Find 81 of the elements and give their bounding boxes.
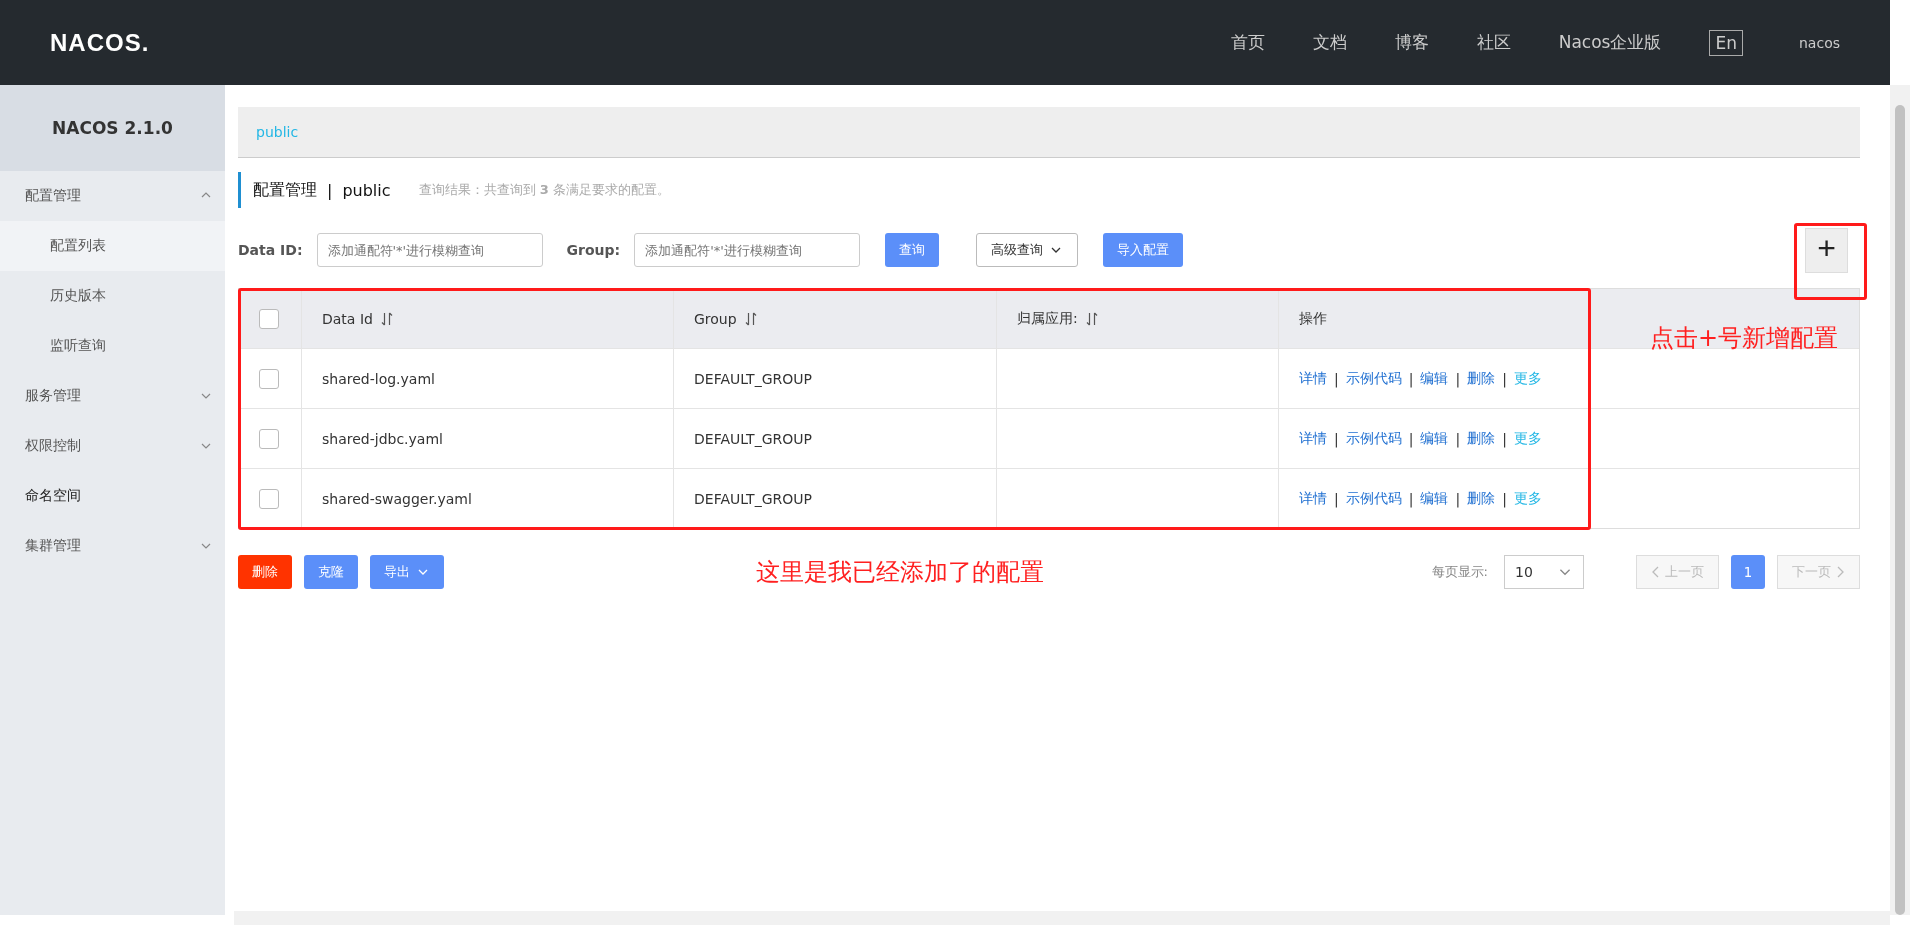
action-link[interactable]: 编辑 <box>1420 369 1449 388</box>
action-separator: | <box>1502 430 1507 447</box>
action-separator: | <box>1502 490 1507 507</box>
nav-link[interactable]: 社区 <box>1476 31 1511 54</box>
action-separator: | <box>1455 370 1461 387</box>
action-separator: | <box>1334 430 1339 447</box>
import-button[interactable]: 导入配置 <box>1103 233 1184 267</box>
sort-icon[interactable] <box>380 311 393 326</box>
add-button[interactable]: + <box>1805 227 1848 273</box>
checkbox[interactable] <box>259 308 279 329</box>
checkbox[interactable] <box>259 488 279 509</box>
chevron-left-icon <box>1651 565 1661 579</box>
chevron-right-icon <box>1835 565 1845 579</box>
page-title: 配置管理 <box>253 179 317 201</box>
action-link[interactable]: 详情 <box>1299 489 1327 508</box>
action-link[interactable]: 示例代码 <box>1345 369 1402 388</box>
action-link[interactable]: 删除 <box>1467 369 1496 388</box>
delete-button[interactable]: 删除 <box>238 555 292 589</box>
checkbox[interactable] <box>259 428 279 449</box>
annotation-text: 点击+号新增配置 <box>1650 323 1839 354</box>
sort-icon[interactable] <box>1085 311 1098 326</box>
action-separator: | <box>1334 370 1339 387</box>
page-size-select[interactable]: 10 <box>1504 555 1584 589</box>
advanced-query-button[interactable]: 高级查询 <box>976 233 1079 267</box>
nav-link[interactable]: 文档 <box>1312 31 1347 54</box>
export-button[interactable]: 导出 <box>370 555 444 589</box>
sidebar-item[interactable]: 配置管理 <box>0 171 225 221</box>
title-separator: | <box>327 180 333 200</box>
action-link[interactable]: 详情 <box>1299 429 1327 448</box>
column-header: Data Id <box>322 310 373 327</box>
logo[interactable]: NACOS. <box>50 28 150 57</box>
action-link[interactable]: 示例代码 <box>1345 489 1402 508</box>
column-header: Group <box>694 310 737 327</box>
namespace-name: public <box>342 180 391 200</box>
action-link[interactable]: 编辑 <box>1420 489 1449 508</box>
sidebar-item[interactable]: 服务管理 <box>0 371 225 421</box>
field-label: Data ID: <box>238 242 303 258</box>
table-cell: DEFAULT_GROUP <box>694 430 812 447</box>
nav-link[interactable]: Nacos企业版 <box>1558 31 1662 54</box>
sidebar-item[interactable]: 权限控制 <box>0 421 225 471</box>
scrollbar[interactable] <box>1890 85 1910 915</box>
action-link[interactable]: 删除 <box>1467 429 1496 448</box>
sidebar-subitem[interactable]: 监听查询 <box>0 321 225 371</box>
sidebar-title: NACOS 2.1.0 <box>0 85 225 171</box>
table-cell: DEFAULT_GROUP <box>694 370 812 387</box>
action-separator: | <box>1408 430 1414 447</box>
action-link[interactable]: 删除 <box>1467 489 1496 508</box>
table-cell: DEFAULT_GROUP <box>694 490 812 507</box>
clone-button[interactable]: 克隆 <box>304 555 358 589</box>
nav-link[interactable]: 首页 <box>1230 31 1265 54</box>
table-cell: shared-log.yaml <box>322 370 435 387</box>
annotation-text: 这里是我已经添加了的配置 <box>756 557 1044 588</box>
user-name[interactable]: nacos <box>1799 34 1840 51</box>
sidebar-item[interactable]: 命名空间 <box>0 471 225 521</box>
nav-link[interactable]: 博客 <box>1394 31 1429 54</box>
checkbox[interactable] <box>259 368 279 389</box>
data-id-field[interactable]: 添加通配符'*'进行模糊查询 <box>316 233 543 267</box>
action-separator: | <box>1408 490 1414 507</box>
sidebar-item[interactable]: 集群管理 <box>0 521 225 571</box>
action-separator: | <box>1334 490 1339 507</box>
table-cell: shared-jdbc.yaml <box>322 430 443 447</box>
field-label: Group: <box>566 242 621 258</box>
column-header: 归属应用: <box>1017 309 1078 328</box>
query-button[interactable]: 查询 <box>885 233 940 267</box>
page-button[interactable]: 1 <box>1731 555 1765 589</box>
action-separator: | <box>1502 370 1507 387</box>
action-link[interactable]: 编辑 <box>1420 429 1449 448</box>
action-separator: | <box>1455 490 1461 507</box>
sidebar-subitem[interactable]: 历史版本 <box>0 271 225 321</box>
action-separator: | <box>1455 430 1461 447</box>
table-cell: shared-swagger.yaml <box>322 490 472 507</box>
sidebar-subitem[interactable]: 配置列表 <box>0 221 225 271</box>
group-field[interactable]: 添加通配符'*'进行模糊查询 <box>634 233 861 267</box>
action-link[interactable]: 详情 <box>1299 369 1327 388</box>
action-link[interactable]: 示例代码 <box>1345 429 1402 448</box>
language-button[interactable]: En <box>1709 29 1743 56</box>
result-summary: 查询结果：共查询到 3 条满足要求的配置。 <box>418 181 670 199</box>
page-size-label: 每页显示: <box>1431 563 1488 581</box>
sort-icon[interactable] <box>744 311 757 326</box>
column-header: 操作 <box>1299 309 1327 328</box>
action-separator: | <box>1408 370 1414 387</box>
